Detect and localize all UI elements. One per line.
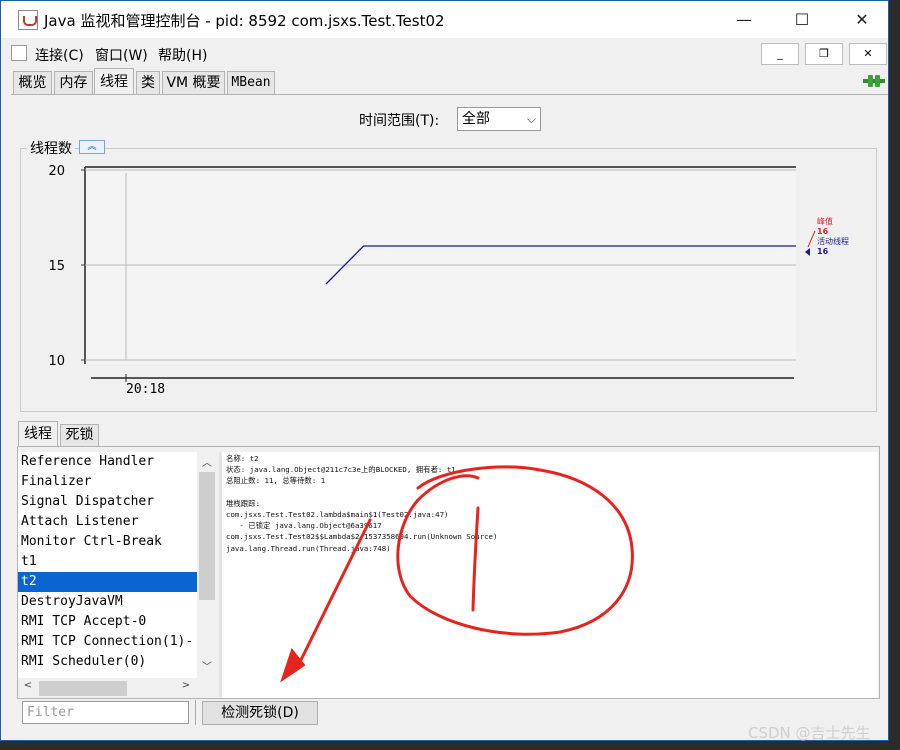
thread-list-item[interactable]: t2 [18,572,197,592]
internal-minimize-button[interactable]: _ [761,43,799,65]
legend-peak-value: 16 [817,227,829,236]
scroll-left-icon[interactable]: < [20,680,36,691]
tab-deadlock[interactable]: 死锁 [60,424,99,446]
java-app-icon [18,10,38,30]
maximize-button[interactable]: ☐ [771,1,833,38]
thread-count-chart: 20 15 10 20:18 峰值 16 活动线程 16 [48,164,849,397]
minimize-button[interactable]: — [713,1,775,38]
x-axis: 20:18 [91,374,794,397]
menu-help[interactable]: 帮助(H) [158,45,207,65]
scroll-down-icon[interactable]: ﹀ [199,658,215,673]
window-title: Java 监视和管理控制台 - pid: 8592 com.jsxs.Test.… [44,12,445,30]
thread-list-item[interactable]: Attach Listener [18,512,197,532]
internal-restore-button[interactable]: ❐ [805,43,843,65]
tab-overview[interactable]: 概览 [13,71,52,94]
legend-marker-icon [805,248,810,256]
toolbar-separator [195,700,196,725]
tab-threads[interactable]: 线程 [94,68,134,95]
time-range-label: 时间范围(T): [359,113,440,129]
tab-thread-list[interactable]: 线程 [18,421,58,447]
thread-list-item[interactable]: Signal Dispatcher [18,492,197,512]
tab-divider [11,94,888,95]
watermark: CSDN @吉士先生 [748,724,871,742]
thread-list-item[interactable]: t1 [18,552,197,572]
thread-list[interactable]: Reference Handler Finalizer Signal Dispatc… [18,452,197,678]
tab-mbean[interactable]: MBean [227,71,275,94]
thread-list-item[interactable]: RMI Scheduler(0) [18,652,197,672]
y-tick-label: 20 [48,164,65,179]
detect-deadlock-button[interactable]: 检测死锁(D) [202,701,318,725]
y-tick-label: 15 [48,259,65,274]
legend-live-value: 16 [817,247,829,256]
internal-close-button[interactable]: ✕ [849,43,887,65]
legend-leader-line [807,230,816,248]
legend-live-label: 活动线程 [817,236,849,246]
legend-peak-label: 峰值 [817,216,833,226]
filter-input[interactable] [22,701,189,724]
thread-list-item[interactable]: DestroyJavaVM [18,592,197,612]
vertical-scroll-thumb[interactable] [199,472,215,600]
title-bar: Java 监视和管理控制台 - pid: 8592 com.jsxs.Test.… [1,1,888,38]
thread-list-item[interactable]: Reference Handler [18,452,197,472]
tab-classes[interactable]: 类 [136,71,160,94]
thread-detail-text: 名称: t2 状态: java.lang.Object@211c7c3e上的BL… [226,454,498,553]
thread-list-item[interactable]: RMI TCP Accept-0 [18,612,197,632]
x-tick-label: 20:18 [126,382,165,397]
chart-legend: 峰值 16 活动线程 16 [805,216,849,256]
time-range-select[interactable]: 全部 ⌵ [457,107,541,131]
horizontal-scroll-thumb[interactable] [39,681,127,696]
y-axis: 20 15 10 [48,164,85,369]
scroll-up-icon[interactable]: ︿ [199,454,215,469]
thread-list-item[interactable]: Monitor Ctrl-Break [18,532,197,552]
document-icon [11,45,27,61]
y-tick-label: 10 [48,354,65,369]
close-button[interactable]: ✕ [831,1,893,38]
chevron-down-icon: ⌵ [526,112,536,126]
tab-vm-summary[interactable]: VM 概要 [162,71,225,94]
time-range-value: 全部 [462,111,490,127]
scroll-right-icon[interactable]: > [178,680,194,691]
menu-connect[interactable]: 连接(C) [35,45,84,65]
thread-list-item[interactable]: Finalizer [18,472,197,492]
jconsole-window: Java 监视和管理控制台 - pid: 8592 com.jsxs.Test.… [0,0,889,741]
connection-status-icon [863,75,885,87]
thread-list-item[interactable]: RMI TCP Connection(1)- [18,632,197,652]
tab-memory[interactable]: 内存 [54,71,93,94]
menu-window[interactable]: 窗口(W) [95,45,148,65]
